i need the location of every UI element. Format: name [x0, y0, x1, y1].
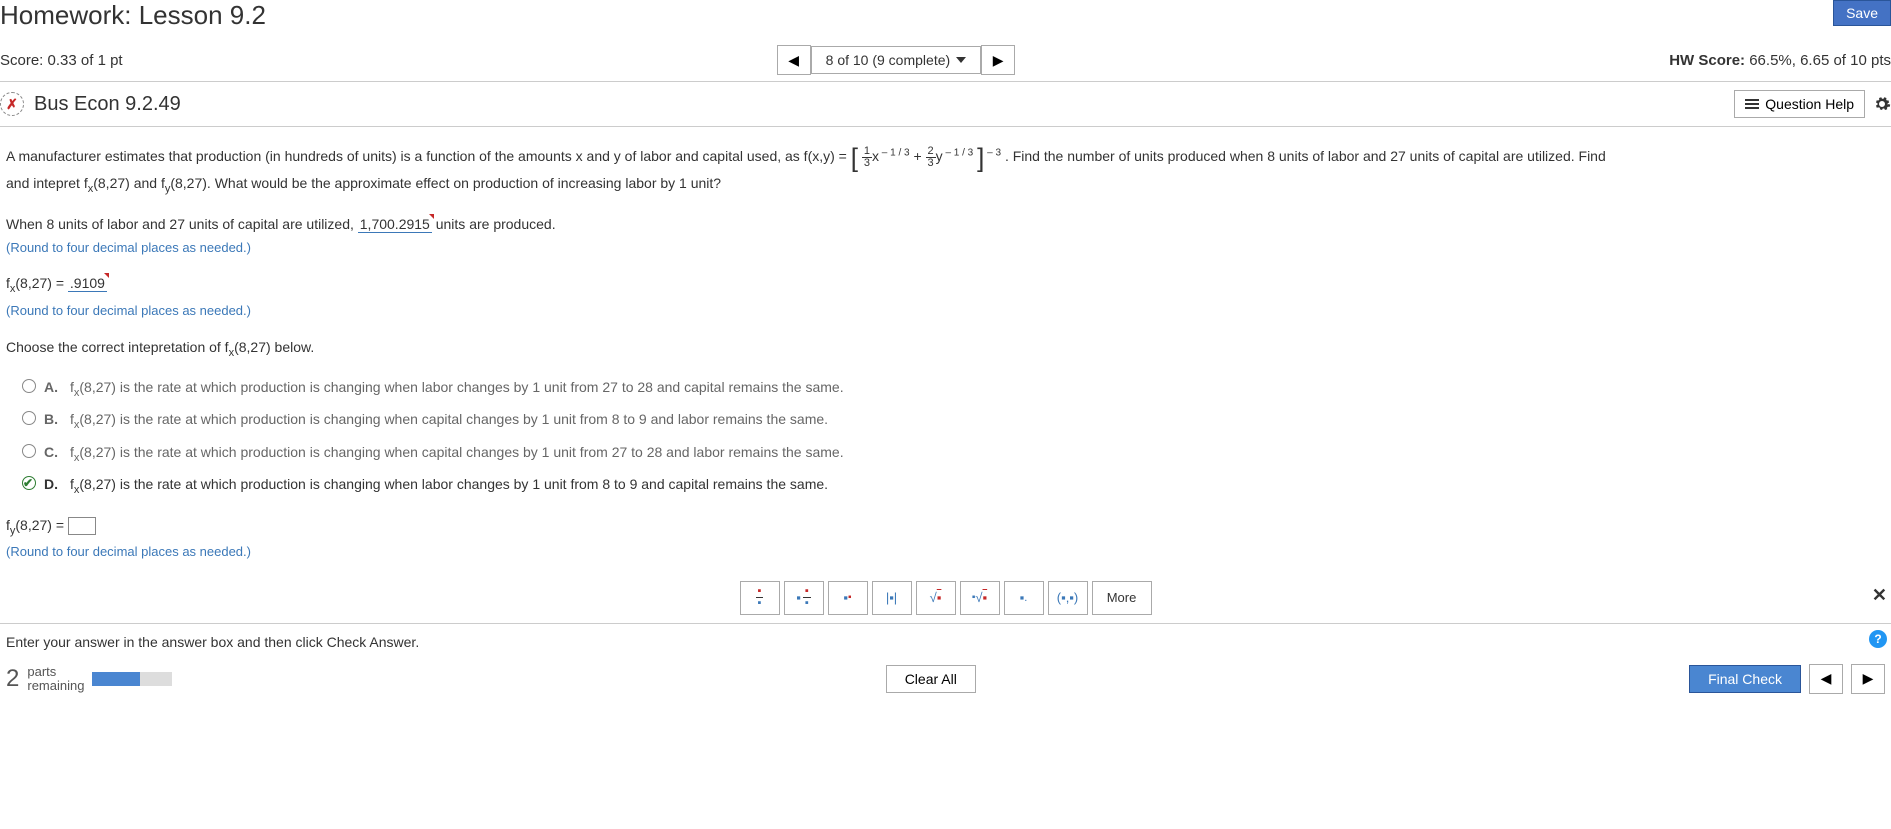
part-2: fx(8,27) = .9109 (Round to four decimal …	[6, 272, 1885, 321]
next-question-button[interactable]: ▶	[981, 45, 1015, 75]
tool-more-button[interactable]: More	[1092, 581, 1152, 615]
final-check-button[interactable]: Final Check	[1689, 665, 1801, 693]
rounding-hint: (Round to four decimal places as needed.…	[6, 303, 251, 318]
tool-mixed-fraction[interactable]: ▪▪▪	[784, 581, 824, 615]
radio-checked-icon	[22, 476, 36, 490]
part-4: fy(8,27) = (Round to four decimal places…	[6, 514, 1885, 563]
question-status-icon	[0, 92, 24, 116]
choose-prompt: Choose the correct intepretation of fx(8…	[6, 336, 1885, 362]
radio-icon	[22, 444, 36, 458]
question-title: Bus Econ 9.2.49	[34, 93, 181, 116]
score: Score: 0.33 of 1 pt	[0, 52, 123, 69]
progress-bar	[92, 672, 172, 686]
rounding-hint: (Round to four decimal places as needed.…	[6, 240, 251, 255]
next-button[interactable]: ▶	[1851, 664, 1885, 694]
chevron-down-icon	[956, 57, 966, 63]
math-toolbar: ▪▪ ▪▪▪ ▪▪ |▪| √▪ ▪√▪ ▪. (▪,▪) More ✕	[0, 573, 1891, 623]
radio-icon	[22, 379, 36, 393]
prev-question-button[interactable]: ◀	[777, 45, 811, 75]
answer-field-3[interactable]	[68, 517, 96, 535]
choice-c[interactable]: C. fx(8,27) is the rate at which product…	[22, 441, 1885, 467]
choice-d[interactable]: D. fx(8,27) is the rate at which product…	[22, 473, 1885, 499]
save-button[interactable]: Save	[1833, 0, 1891, 26]
choice-a[interactable]: A. fx(8,27) is the rate at which product…	[22, 376, 1885, 402]
answer-field-1[interactable]: 1,700.2915	[358, 216, 432, 233]
choice-b[interactable]: B. fx(8,27) is the rate at which product…	[22, 408, 1885, 434]
answer-field-2[interactable]: .9109	[68, 275, 107, 292]
tool-fraction[interactable]: ▪▪	[740, 581, 780, 615]
tool-nth-root[interactable]: ▪√▪	[960, 581, 1000, 615]
question-progress-dropdown[interactable]: 8 of 10 (9 complete)	[811, 46, 982, 74]
hw-score: HW Score: 66.5%, 6.65 of 10 pts	[1669, 52, 1891, 69]
problem-statement: A manufacturer estimates that production…	[6, 143, 1885, 199]
help-icon[interactable]: ?	[1869, 630, 1887, 648]
page-title: Homework: Lesson 9.2	[0, 0, 266, 31]
question-nav: ◀ 8 of 10 (9 complete) ▶	[777, 45, 1016, 75]
gear-icon[interactable]	[1873, 95, 1891, 113]
tool-abs[interactable]: |▪|	[872, 581, 912, 615]
tool-sqrt[interactable]: √▪	[916, 581, 956, 615]
tool-coord-pair[interactable]: (▪,▪)	[1048, 581, 1088, 615]
rounding-hint: (Round to four decimal places as needed.…	[6, 544, 251, 559]
radio-icon	[22, 411, 36, 425]
tool-exponent[interactable]: ▪▪	[828, 581, 868, 615]
question-help-button[interactable]: Question Help	[1734, 90, 1865, 118]
tool-subscript[interactable]: ▪.	[1004, 581, 1044, 615]
close-icon[interactable]: ✕	[1872, 585, 1887, 606]
part-1: When 8 units of labor and 27 units of ca…	[6, 213, 1885, 258]
parts-remaining: 2 partsremaining	[6, 665, 172, 694]
prev-button[interactable]: ◀	[1809, 664, 1843, 694]
clear-all-button[interactable]: Clear All	[886, 665, 976, 693]
answer-instruction: Enter your answer in the answer box and …	[6, 634, 419, 650]
list-icon	[1745, 97, 1759, 111]
